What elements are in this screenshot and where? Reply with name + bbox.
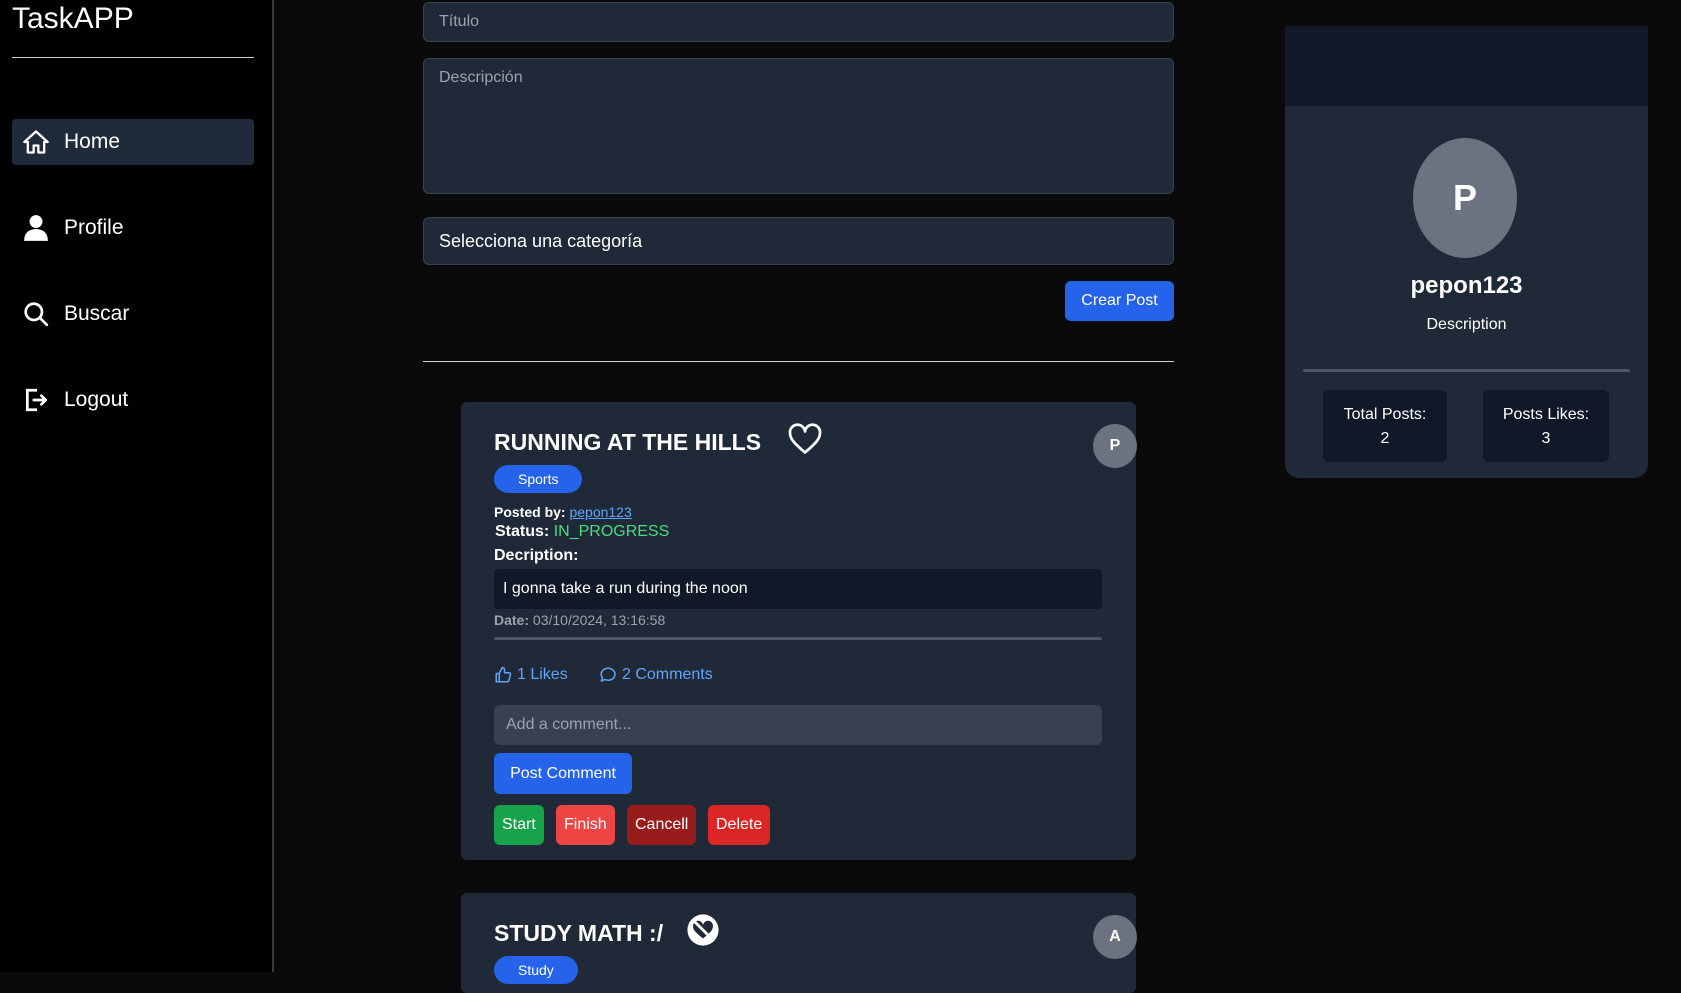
sidebar-item-label: Logout (64, 388, 129, 411)
thumbs-up-icon (495, 666, 512, 683)
stat-posts-likes: Posts Likes: 3 (1483, 390, 1609, 462)
sidebar-item-label: Profile (64, 216, 124, 239)
post-card: STUDY MATH :/ A Study (461, 893, 1137, 993)
comments-count: 2 Comments (622, 666, 713, 683)
stat-label: Posts Likes: (1502, 406, 1590, 423)
avatar: P (1093, 424, 1137, 468)
post-comment-button[interactable]: Post Comment (494, 753, 632, 794)
category-badge: Sports (494, 465, 583, 493)
posted-by-label: Posted by: (494, 504, 566, 520)
logout-icon (22, 386, 50, 414)
stat-label: Total Posts: (1343, 406, 1427, 423)
cancel-button[interactable]: Cancell (627, 805, 697, 845)
date-line: Date: 03/10/2024, 13:16:58 (494, 612, 665, 628)
brand-title: TaskAPP (12, 2, 134, 35)
divider (12, 57, 254, 58)
sidebar: TaskAPP Home Profile Buscar Logout (0, 0, 274, 972)
sidebar-item-label: Buscar (64, 302, 130, 325)
stat-value: 3 (1541, 430, 1551, 447)
home-icon (22, 128, 50, 156)
stat-total-posts: Total Posts: 2 (1323, 390, 1447, 462)
delete-button[interactable]: Delete (708, 805, 771, 845)
comments-button[interactable]: 2 Comments (599, 666, 713, 684)
divider (494, 637, 1102, 640)
status-line: Status: IN_PROGRESS (495, 523, 669, 541)
comment-icon (600, 667, 616, 682)
profile-banner (1285, 26, 1648, 106)
title-input[interactable]: Título (423, 2, 1174, 42)
profile-username: pepon123 (1410, 272, 1523, 299)
create-post-button[interactable]: Crear Post (1065, 281, 1174, 321)
post-card: RUNNING AT THE HILLS P Sports Posted by:… (461, 402, 1137, 860)
posted-by: Posted by: pepon123 (494, 504, 632, 520)
stat-value: 2 (1380, 430, 1390, 447)
category-badge: Study (494, 956, 578, 984)
author-link[interactable]: pepon123 (569, 504, 631, 520)
likes-button[interactable]: 1 Likes (494, 666, 568, 684)
date-value: 03/10/2024, 13:16:58 (532, 612, 666, 628)
avatar: P (1413, 138, 1517, 258)
search-icon (22, 300, 50, 328)
sidebar-item-label: Home (64, 130, 121, 153)
profile-card: P pepon123 Description Total Posts: 2 Po… (1285, 26, 1648, 478)
sidebar-item-home[interactable]: Home (12, 119, 254, 165)
likes-count: 1 Likes (517, 666, 568, 683)
status-value: IN_PROGRESS (553, 523, 670, 540)
sidebar-item-profile[interactable]: Profile (12, 205, 254, 251)
divider (423, 361, 1174, 362)
avatar: A (1093, 915, 1137, 959)
finish-button[interactable]: Finish (556, 805, 615, 845)
sidebar-item-buscar[interactable]: Buscar (12, 291, 254, 337)
category-select[interactable]: Selecciona una categoría (423, 217, 1174, 265)
heart-broken-icon[interactable] (686, 913, 720, 952)
post-title: STUDY MATH :/ (494, 920, 664, 946)
description-textarea[interactable]: Descripción (423, 58, 1174, 194)
start-button[interactable]: Start (494, 805, 544, 845)
profile-description: Description (1426, 316, 1507, 333)
post-description: I gonna take a run during the noon (494, 569, 1102, 609)
comment-input[interactable]: Add a comment... (494, 705, 1102, 745)
status-label: Status: (495, 523, 550, 540)
post-title: RUNNING AT THE HILLS (494, 429, 762, 455)
heart-icon[interactable] (787, 422, 823, 461)
user-icon (22, 214, 50, 242)
description-label: Decription: (494, 547, 579, 564)
date-label: Date: (494, 612, 530, 628)
sidebar-item-logout[interactable]: Logout (12, 377, 254, 423)
divider (1303, 369, 1630, 372)
